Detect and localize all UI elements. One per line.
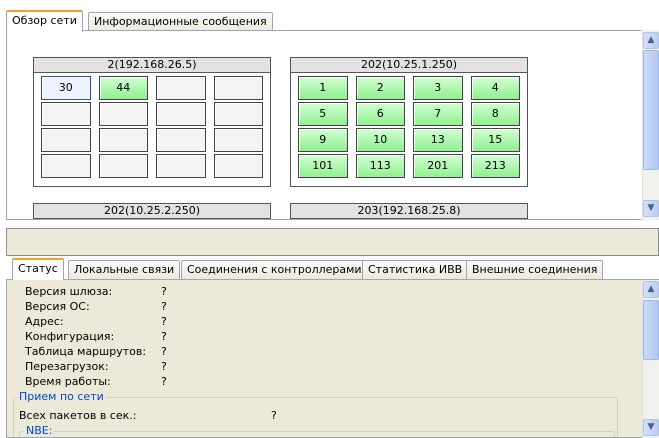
status-pane: Версия шлюза: ? Версия ОС: ? Адрес: ? Ко…	[6, 279, 659, 438]
info-label: Время работы:	[25, 375, 111, 388]
nbe-group-border	[19, 431, 615, 437]
controller-cell[interactable]	[98, 154, 148, 178]
top-pane-scrollbar[interactable]: ▲ ▼	[642, 30, 659, 220]
scroll-thumb[interactable]	[643, 300, 659, 360]
controller-cell[interactable]: 113	[355, 154, 405, 178]
info-row-routing-table: Таблица маршрутов: ?	[25, 345, 167, 359]
controller-cell[interactable]	[156, 128, 206, 152]
info-row-configuration: Конфигурация: ?	[25, 330, 167, 344]
controller-cell[interactable]: 1	[298, 76, 348, 100]
info-row-address: Адрес: ?	[25, 315, 167, 329]
nbe-group-title: NBE:	[24, 424, 55, 437]
controller-cell[interactable]	[41, 102, 91, 126]
controller-cell[interactable]: 13	[413, 128, 463, 152]
controller-cell[interactable]: 101	[298, 154, 348, 178]
controller-cell[interactable]	[213, 76, 263, 100]
device-grid: 30 44	[34, 73, 270, 181]
controller-cell[interactable]: 6	[355, 102, 405, 126]
device-grid	[34, 219, 270, 220]
controller-cell[interactable]: 2	[355, 76, 405, 100]
device-group-title: 202(10.25.1.250)	[291, 58, 527, 73]
info-row-gateway-version: Версия шлюза: ?	[25, 285, 167, 299]
controller-cell[interactable]	[213, 154, 263, 178]
info-row-reboots: Перезагрузок: ?	[25, 360, 167, 374]
controller-cell[interactable]: 5	[298, 102, 348, 126]
controller-cell[interactable]: 44	[98, 76, 148, 100]
controller-cell[interactable]	[98, 102, 148, 126]
info-label: Версия шлюза:	[25, 285, 113, 298]
device-group: 2(192.168.26.5) 30 44	[33, 57, 271, 187]
controller-cell[interactable]: 15	[470, 128, 520, 152]
controller-cell[interactable]	[213, 102, 263, 126]
device-grid: 1 2 3 4 5 6 7 8 9 10 13 15 101 113 201 213	[291, 73, 527, 181]
info-value: ?	[161, 360, 167, 373]
tab-local-links[interactable]: Локальные связи	[68, 260, 181, 280]
info-row-uptime: Время работы: ?	[25, 375, 167, 389]
arrow-up-icon[interactable]: ▲	[643, 32, 659, 49]
info-label: Всех пакетов в сек.:	[19, 409, 137, 422]
info-value: ?	[161, 315, 167, 328]
device-group-title: 2(192.168.26.5)	[34, 58, 270, 73]
info-label: Таблица маршрутов:	[25, 345, 147, 358]
controller-cell[interactable]: 10	[355, 128, 405, 152]
controller-cell[interactable]: 30	[41, 76, 91, 100]
controller-cell[interactable]: 7	[413, 102, 463, 126]
controller-cell[interactable]	[156, 102, 206, 126]
info-value: ?	[161, 345, 167, 358]
info-label: Конфигурация:	[25, 330, 115, 343]
controller-cell[interactable]	[156, 154, 206, 178]
controller-cell[interactable]: 4	[470, 76, 520, 100]
packets-per-second-row: Всех пакетов в сек.:	[19, 409, 136, 423]
arrow-down-icon[interactable]: ▼	[643, 419, 659, 436]
tab-ivv-statistics[interactable]: Статистика ИВВ	[362, 260, 469, 280]
network-receive-group-title: Прием по сети	[17, 390, 106, 403]
info-label: Перезагрузок:	[25, 360, 109, 373]
tab-info-messages[interactable]: Информационные сообщения	[88, 12, 273, 32]
info-label: Версия ОС:	[25, 300, 90, 313]
controller-cell[interactable]	[98, 128, 148, 152]
controller-cell[interactable]	[213, 128, 263, 152]
packets-per-second-value: ?	[271, 409, 277, 422]
controller-cell[interactable]: 3	[413, 76, 463, 100]
info-value: ?	[161, 300, 167, 313]
network-overview-pane: 2(192.168.26.5) 30 44 202(10.25.1.250) 12…	[6, 30, 641, 220]
scroll-thumb[interactable]	[643, 50, 659, 170]
info-value: ?	[161, 375, 167, 388]
info-value: ?	[161, 330, 167, 343]
tab-controller-connections[interactable]: Соединения с контроллерами	[181, 260, 368, 280]
device-group-title: 203(192.168.25.8)	[291, 204, 527, 219]
controller-cell[interactable]	[156, 76, 206, 100]
tab-status[interactable]: Статус	[12, 258, 64, 280]
device-grid	[291, 219, 527, 220]
controller-cell[interactable]	[41, 154, 91, 178]
info-value: ?	[161, 285, 167, 298]
device-group: 202(10.25.1.250) 1 2 3 4 5 6 7 8 9 10 13 15 101 113 20…	[290, 57, 528, 187]
device-group-title: 202(10.25.2.250)	[34, 204, 270, 219]
arrow-down-icon[interactable]: ▼	[643, 200, 659, 217]
tab-network-overview[interactable]: Обзор сети	[6, 10, 83, 32]
controller-cell[interactable]: 8	[470, 102, 520, 126]
controller-cell[interactable]: 213	[470, 154, 520, 178]
status-strip	[6, 228, 659, 256]
status-pane-scrollbar[interactable]: ▲ ▼	[642, 280, 659, 438]
controller-cell[interactable]: 201	[413, 154, 463, 178]
device-group: 202(10.25.2.250)	[33, 203, 271, 220]
device-group: 203(192.168.25.8)	[290, 203, 528, 220]
arrow-up-icon[interactable]: ▲	[643, 281, 659, 298]
tab-external-connections[interactable]: Внешние соединения	[466, 260, 604, 280]
info-row-os-version: Версия ОС: ?	[25, 300, 167, 314]
controller-cell[interactable]: 9	[298, 128, 348, 152]
info-label: Адрес:	[25, 315, 64, 328]
controller-cell[interactable]	[41, 128, 91, 152]
